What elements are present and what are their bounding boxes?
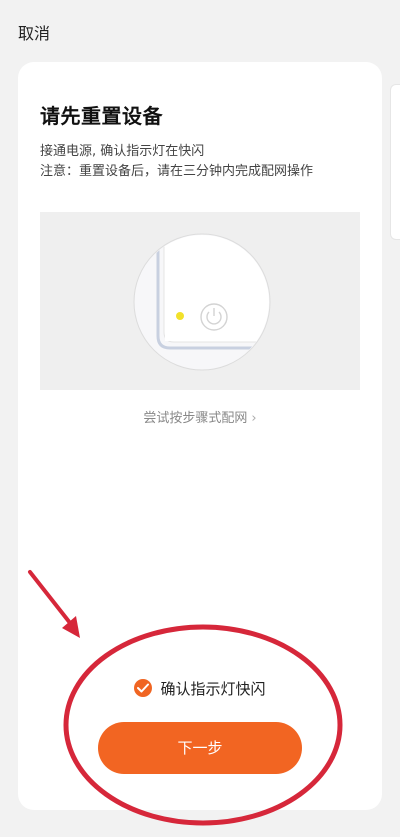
next-card-peek [390, 84, 400, 240]
step-by-step-pairing-link[interactable]: 尝试按步骤式配网 › [18, 407, 382, 426]
device-illustration [40, 212, 360, 390]
instruction-power: 接通电源, 确认指示灯在快闪 [40, 144, 205, 159]
chevron-right-icon: › [251, 411, 257, 426]
indicator-light-icon [176, 312, 184, 320]
step-by-step-pairing-label: 尝试按步骤式配网 [143, 411, 248, 426]
instruction-note: 注意：重置设备后，请在三分钟内完成配网操作 [40, 164, 314, 179]
instructions: 接通电源, 确认指示灯在快闪 注意：重置设备后，请在三分钟内完成配网操作 [40, 142, 358, 182]
page-title: 请先重置设备 [40, 104, 163, 128]
cancel-button[interactable]: 取消 [18, 20, 50, 44]
confirm-indicator-row[interactable]: 确认指示灯快闪 [18, 678, 382, 699]
reset-device-card: 请先重置设备 接通电源, 确认指示灯在快闪 注意：重置设备后，请在三分钟内完成配… [18, 62, 382, 810]
confirm-indicator-label: 确认指示灯快闪 [160, 680, 266, 698]
top-bar: 取消 [0, 0, 400, 60]
device-illustration-graphic [133, 233, 271, 371]
next-step-button[interactable]: 下一步 [98, 722, 302, 774]
checkmark-icon [137, 683, 150, 693]
confirm-checkbox[interactable] [134, 679, 153, 697]
